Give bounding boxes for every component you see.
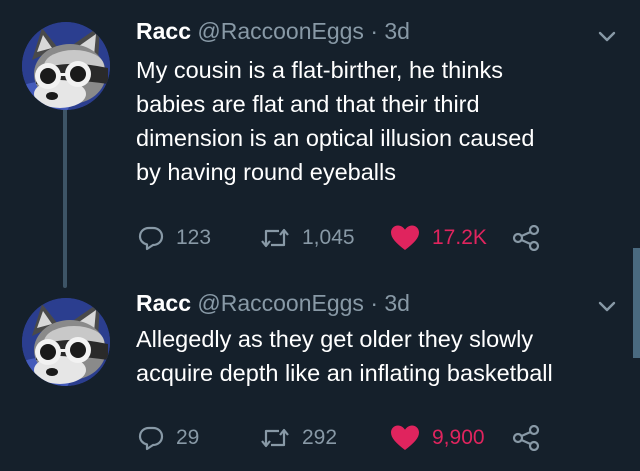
tweet-text: My cousin is a flat-birther, he thinks b… (136, 53, 616, 189)
avatar[interactable] (22, 298, 110, 386)
user-handle[interactable]: @RaccoonEggs (197, 290, 364, 316)
user-handle[interactable]: @RaccoonEggs (197, 18, 364, 44)
reply-count: 29 (176, 426, 200, 449)
tweet-text-line: Allegedly as they get older they slowly (136, 326, 534, 352)
tweet-header: Racc @RaccoonEggs · 3d (136, 289, 410, 317)
reply-bubble-icon (138, 426, 164, 451)
raccoon-avatar-image (22, 298, 110, 386)
like-button[interactable]: 9,900 (390, 423, 485, 453)
separator: · (370, 290, 378, 316)
like-count: 9,900 (432, 426, 485, 449)
tweet-text-line: babies are flat and that their third (136, 91, 480, 117)
like-button[interactable]: 17.2K (390, 223, 487, 253)
avatar[interactable] (22, 22, 110, 110)
retweet-button[interactable]: 1,045 (260, 223, 355, 253)
display-name[interactable]: Racc (136, 290, 191, 316)
raccoon-avatar-image (22, 22, 110, 110)
timestamp[interactable]: 3d (384, 290, 410, 316)
tweet-actions: 29 292 9,900 (138, 423, 618, 453)
retweet-count: 1,045 (302, 226, 355, 249)
reply-count: 123 (176, 226, 212, 249)
tweet-text-line: dimension is an optical illusion caused (136, 125, 535, 151)
chevron-down-icon[interactable] (596, 295, 618, 317)
heart-icon (391, 425, 419, 450)
timeline: Racc @RaccoonEggs · 3d My cousin is a fl… (0, 0, 640, 471)
reply-bubble-icon (138, 226, 164, 251)
chevron-down-icon[interactable] (596, 25, 618, 47)
tweet[interactable]: Racc @RaccoonEggs · 3d Allegedly as they… (0, 280, 640, 471)
retweet-icon (261, 428, 289, 448)
display-name[interactable]: Racc (136, 18, 191, 44)
retweet-button[interactable]: 292 (260, 423, 337, 453)
tweet-text: Allegedly as they get older they slowly … (136, 322, 616, 390)
tweet-actions: 123 1,045 17.2K (138, 223, 618, 253)
separator: · (370, 18, 378, 44)
like-count: 17.2K (432, 226, 487, 249)
tweet[interactable]: Racc @RaccoonEggs · 3d My cousin is a fl… (0, 0, 640, 280)
tweet-text-line: by having round eyeballs (136, 159, 396, 185)
retweet-icon (261, 228, 289, 248)
reply-button[interactable]: 29 (138, 423, 199, 453)
share-icon[interactable] (512, 425, 540, 451)
tweet-text-line: acquire depth like an inflating basketba… (136, 360, 553, 386)
tweet-text-line: My cousin is a flat-birther, he thinks (136, 57, 504, 83)
reply-button[interactable]: 123 (138, 223, 211, 253)
timestamp[interactable]: 3d (384, 18, 410, 44)
heart-icon (391, 225, 419, 250)
retweet-count: 292 (302, 426, 338, 449)
share-icon[interactable] (512, 225, 540, 251)
tweet-header: Racc @RaccoonEggs · 3d (136, 17, 410, 45)
